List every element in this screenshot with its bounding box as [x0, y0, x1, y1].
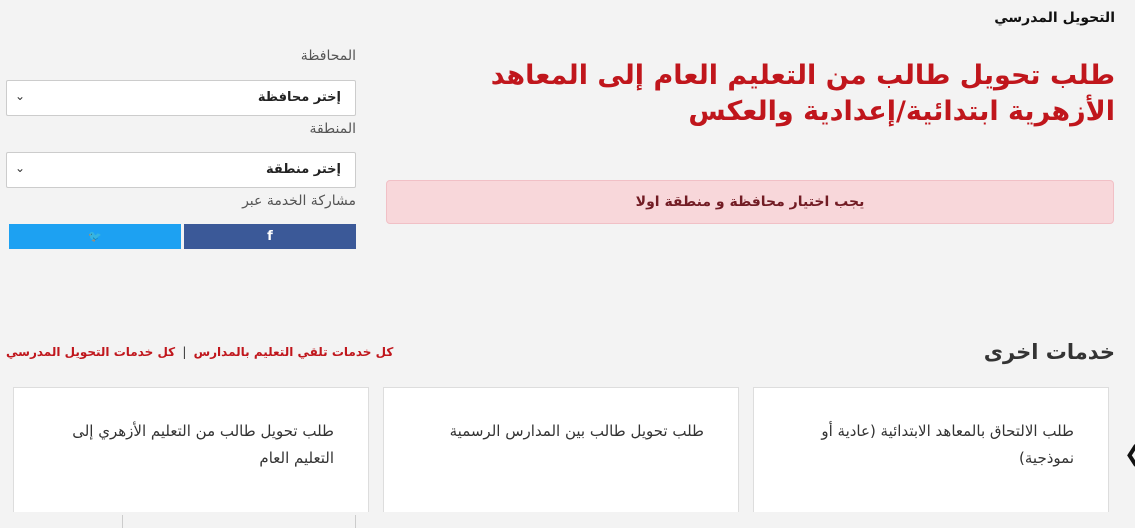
breadcrumb: التحويل المدرسي	[994, 10, 1115, 26]
twitter-share-button[interactable]: 🐦	[9, 224, 181, 249]
link-school-reception[interactable]: كل خدمات تلقي التعليم بالمدارس	[194, 345, 394, 359]
link-separator: |	[182, 345, 187, 359]
service-card[interactable]: طلب تحويل طالب بين المدارس الرسمية	[383, 387, 739, 528]
other-services-links: كل خدمات تلقي التعليم بالمدارس | كل خدما…	[6, 345, 393, 359]
region-select-value: إختر منطقة	[265, 162, 341, 177]
region-select[interactable]: إختر منطقة ⌄	[6, 152, 356, 188]
governorate-select-value: إختر محافظة	[257, 90, 341, 105]
service-card[interactable]: طلب تحويل طالب من التعليم الأزهري إلى ال…	[13, 387, 369, 528]
other-services-title: خدمات اخرى	[983, 340, 1115, 364]
carousel-next-icon[interactable]: ❮	[1124, 442, 1135, 467]
region-label: المنطقة	[309, 121, 356, 137]
chevron-down-icon: ⌄	[15, 89, 26, 103]
governorate-select[interactable]: إختر محافظة ⌄	[6, 80, 356, 116]
bottom-strip	[0, 512, 1135, 528]
twitter-icon: 🐦	[88, 230, 102, 243]
service-card-text: طلب تحويل طالب من التعليم الأزهري إلى ال…	[72, 422, 334, 467]
divider	[122, 515, 123, 528]
facebook-icon: f	[267, 229, 273, 244]
chevron-down-icon: ⌄	[15, 161, 26, 175]
governorate-label: المحافظة	[300, 48, 356, 64]
page-title: طلب تحويل طالب من التعليم العام إلى المع…	[490, 60, 1115, 127]
service-card-text: طلب الالتحاق بالمعاهد الابتدائية (عادية …	[821, 422, 1074, 467]
alert-message: يجب اختيار محافظة و منطقة اولا	[386, 180, 1114, 224]
share-label: مشاركة الخدمة عبر	[242, 193, 356, 209]
divider	[355, 515, 356, 528]
link-all-transfer[interactable]: كل خدمات التحويل المدرسي	[6, 345, 175, 359]
service-card-text: طلب تحويل طالب بين المدارس الرسمية	[449, 422, 704, 440]
sidebar-filters: المحافظة إختر محافظة ⌄ المنطقة إختر منطق…	[6, 0, 356, 260]
facebook-share-button[interactable]: f	[184, 224, 356, 249]
service-card[interactable]: طلب الالتحاق بالمعاهد الابتدائية (عادية …	[753, 387, 1109, 528]
